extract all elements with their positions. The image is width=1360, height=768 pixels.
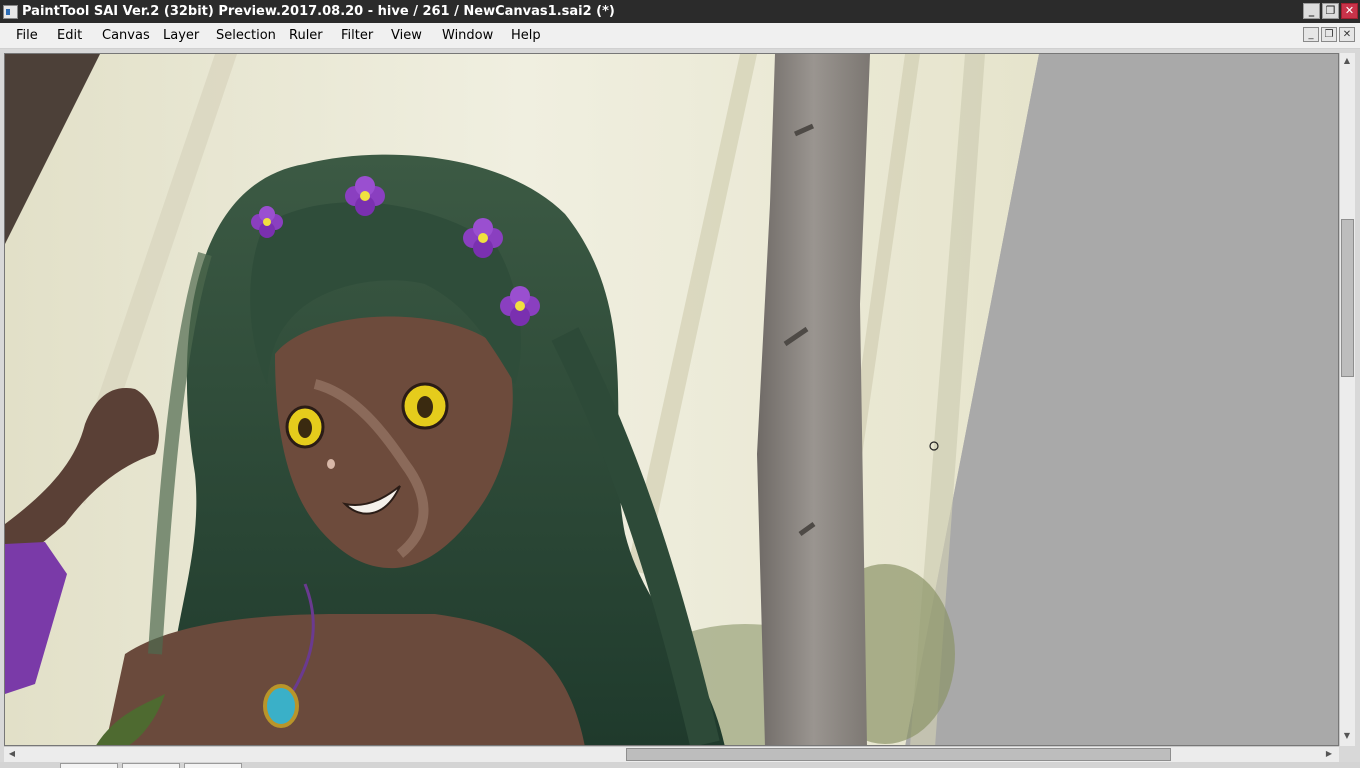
vertical-scrollbar[interactable]: ▲ ▼: [1339, 53, 1355, 746]
vertical-scroll-thumb[interactable]: [1341, 219, 1354, 377]
menu-file[interactable]: File: [14, 23, 40, 48]
tree-trunk: [757, 54, 870, 745]
menu-filter[interactable]: Filter: [339, 23, 375, 48]
scroll-left-arrow-icon[interactable]: ◀: [6, 748, 18, 760]
necklace-pendant: [263, 684, 299, 728]
minimize-button[interactable]: _: [1303, 3, 1320, 19]
mdi-restore-button[interactable]: ❐: [1321, 27, 1337, 42]
scroll-up-arrow-icon[interactable]: ▲: [1341, 55, 1353, 67]
canvas-view[interactable]: [4, 53, 1339, 746]
canvas-artwork[interactable]: [5, 54, 1339, 746]
menu-selection[interactable]: Selection: [214, 23, 278, 48]
mdi-close-button[interactable]: ✕: [1339, 27, 1355, 42]
menu-window[interactable]: Window: [440, 23, 495, 48]
menu-layer[interactable]: Layer: [161, 23, 201, 48]
menu-edit[interactable]: Edit: [55, 23, 84, 48]
close-button[interactable]: ✕: [1341, 3, 1358, 19]
panel-tab[interactable]: [184, 763, 242, 768]
horizontal-scrollbar[interactable]: ◀ ▶: [4, 746, 1339, 762]
title-bar: PaintTool SAI Ver.2 (32bit) Preview.2017…: [0, 0, 1360, 23]
app-icon[interactable]: [3, 5, 18, 19]
menu-help[interactable]: Help: [509, 23, 543, 48]
window-title: PaintTool SAI Ver.2 (32bit) Preview.2017…: [22, 4, 615, 19]
menu-canvas[interactable]: Canvas: [100, 23, 152, 48]
scroll-right-arrow-icon[interactable]: ▶: [1323, 748, 1335, 760]
scroll-down-arrow-icon[interactable]: ▼: [1341, 730, 1353, 742]
menu-ruler[interactable]: Ruler: [287, 23, 325, 48]
restore-button[interactable]: ❐: [1322, 3, 1339, 19]
nose: [327, 459, 335, 469]
menu-bar: File Edit Canvas Layer Selection Ruler F…: [0, 23, 1360, 49]
horizontal-scroll-thumb[interactable]: [626, 748, 1171, 761]
menu-view[interactable]: View: [389, 23, 424, 48]
panel-tab[interactable]: [60, 763, 118, 768]
panel-tab[interactable]: [122, 763, 180, 768]
mdi-minimize-button[interactable]: _: [1303, 27, 1319, 42]
